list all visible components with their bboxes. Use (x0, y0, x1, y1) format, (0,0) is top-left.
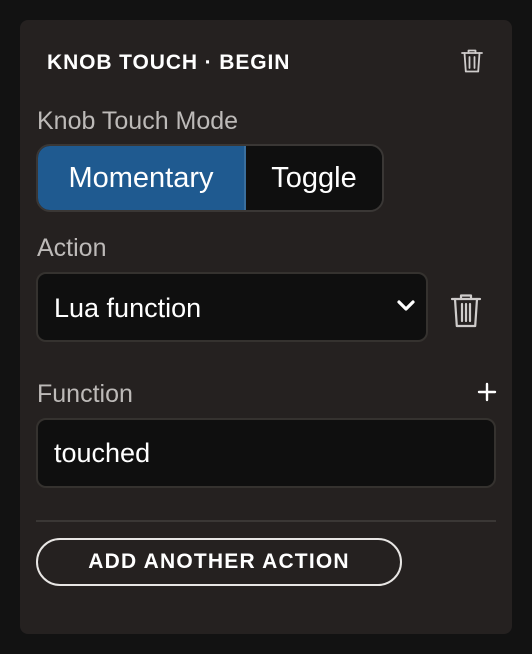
add-function-plus-icon[interactable] (475, 380, 499, 404)
delete-action-trash-icon[interactable] (450, 293, 482, 329)
mode-option-toggle[interactable]: Toggle (246, 146, 382, 210)
function-label: Function (37, 380, 133, 408)
mode-option-momentary[interactable]: Momentary (38, 146, 246, 210)
delete-panel-trash-icon[interactable] (460, 48, 484, 74)
knob-touch-mode-label: Knob Touch Mode (37, 107, 239, 135)
section-divider (36, 520, 496, 522)
add-another-action-button[interactable]: ADD ANOTHER ACTION (36, 538, 402, 586)
chevron-down-icon (397, 300, 415, 311)
function-input[interactable] (36, 418, 496, 488)
action-label: Action (37, 234, 107, 262)
knob-touch-mode-segmented-control: Momentary Toggle (36, 144, 384, 212)
action-select-value: Lua function (54, 293, 202, 323)
panel-title: KNOB TOUCH · BEGIN (47, 51, 291, 74)
action-select[interactable]: Lua function (36, 272, 428, 342)
action-panel: KNOB TOUCH · BEGIN Knob Touch Mode Momen… (20, 20, 512, 634)
